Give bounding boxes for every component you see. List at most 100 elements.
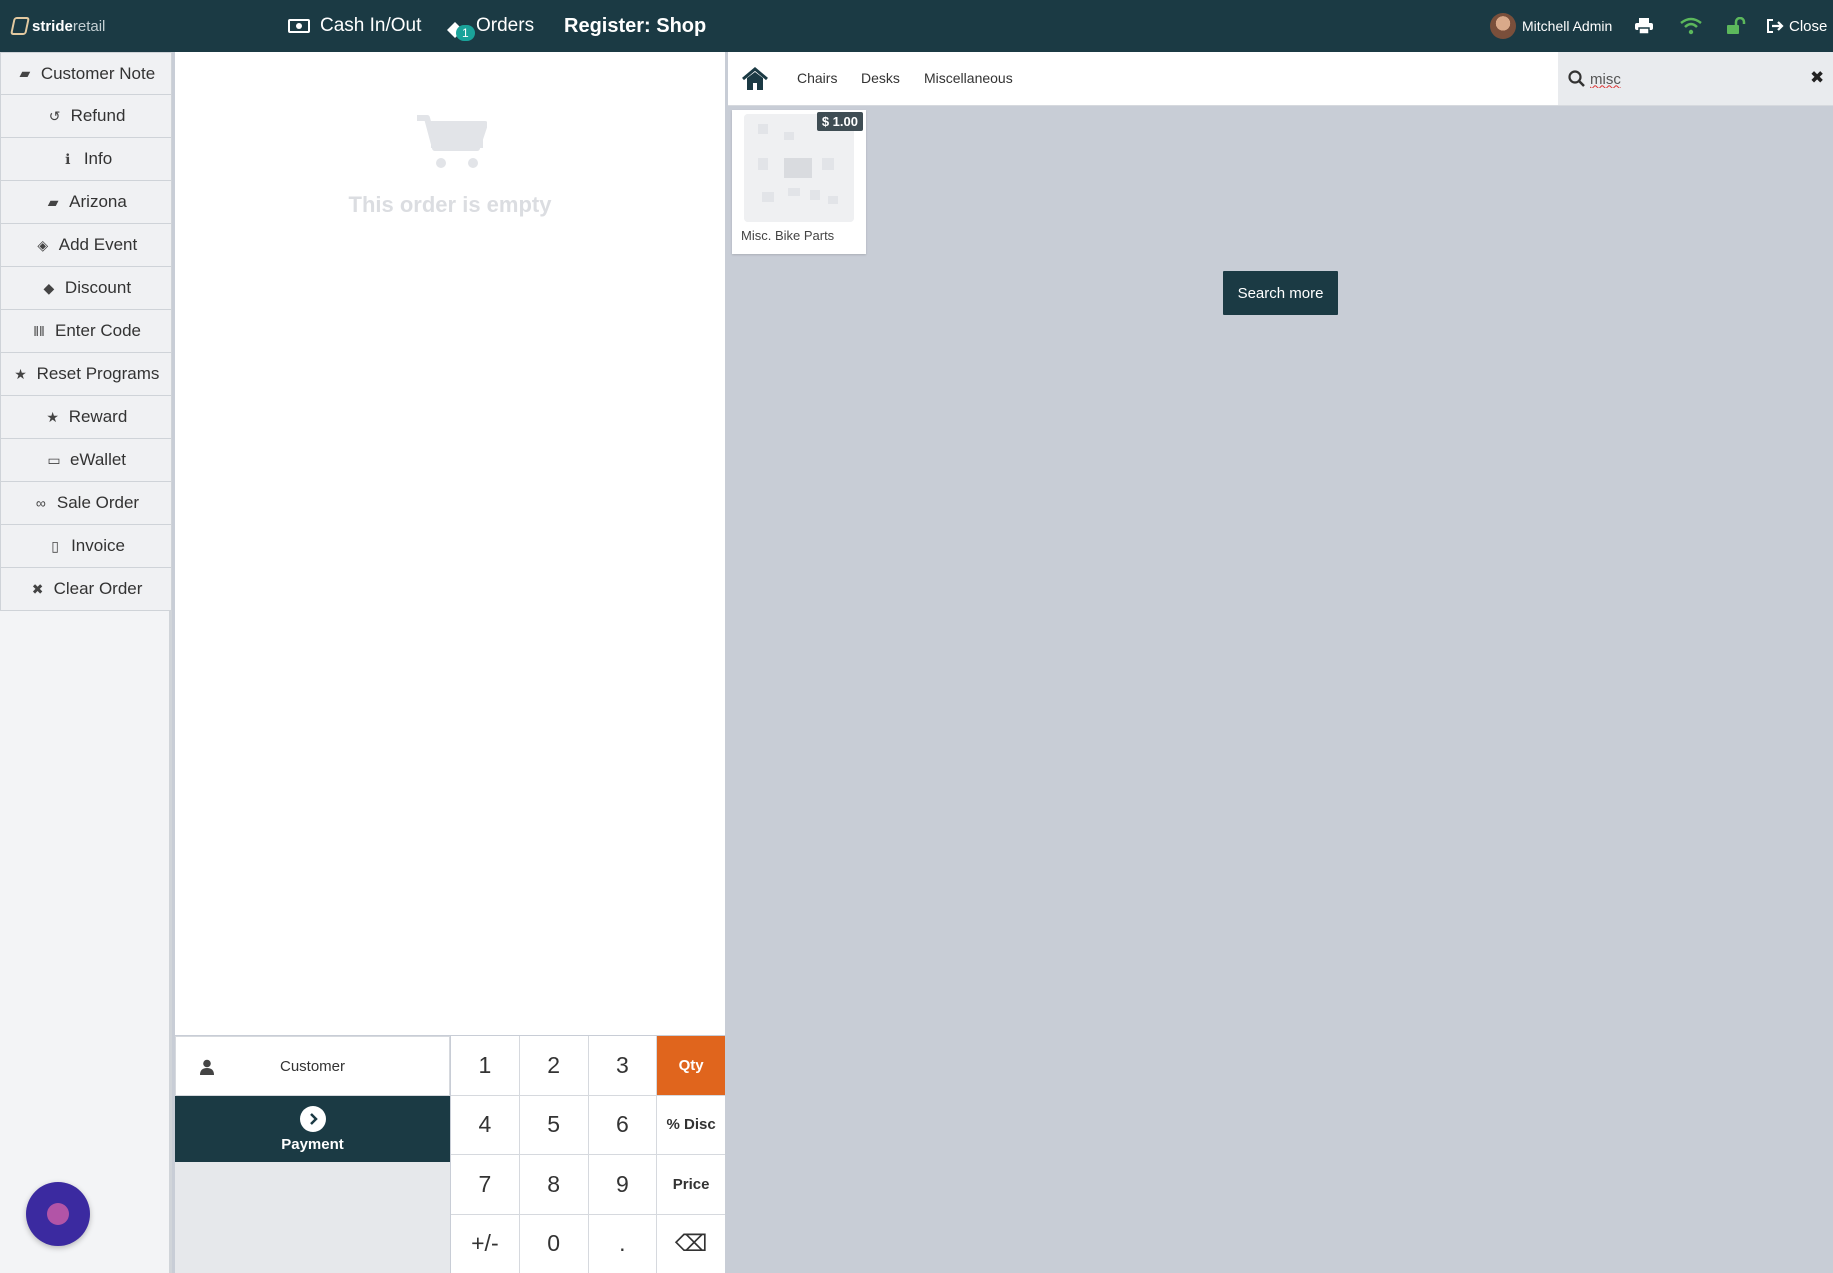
- category-desks[interactable]: Desks: [861, 70, 900, 86]
- control-button-invoice[interactable]: ▯ Invoice: [0, 525, 172, 568]
- control-buttons-panel: ▰ Customer Note ↺ Refund ℹ Info ▰ Arizona ◈ Add E…: [0, 52, 172, 1273]
- numpad-key-9[interactable]: 9: [588, 1155, 657, 1214]
- money-icon: [288, 19, 310, 33]
- info-icon: ℹ: [65, 150, 71, 167]
- customer-button[interactable]: Customer: [175, 1036, 450, 1096]
- category-bar: Chairs Desks Miscellaneous: [728, 52, 1558, 106]
- control-button-enter-code[interactable]: ‖‖ Enter Code: [0, 310, 172, 353]
- product-card[interactable]: $ 1.00 Misc. Bike Parts: [732, 110, 866, 254]
- product-search: ✖: [1558, 52, 1833, 106]
- user-icon: [200, 1059, 214, 1075]
- numpad-mode-discount[interactable]: % Disc: [657, 1095, 725, 1154]
- close-label: Close: [1789, 17, 1828, 35]
- orders-button[interactable]: 1 Orders: [444, 0, 534, 52]
- home-icon[interactable]: [742, 67, 768, 91]
- control-button-label: Arizona: [69, 192, 127, 211]
- chevron-right-icon: [299, 1105, 326, 1132]
- control-button-label: Info: [83, 149, 113, 168]
- numpad-mode-qty[interactable]: Qty: [657, 1036, 725, 1095]
- sign-out-icon: [1767, 19, 1784, 33]
- chat-bubble-icon: [47, 1203, 69, 1225]
- control-button-label: Invoice: [71, 536, 125, 555]
- payment-button-label: Payment: [281, 1135, 344, 1153]
- payment-button[interactable]: Payment: [175, 1096, 450, 1162]
- control-button-label: Clear Order: [53, 579, 143, 598]
- control-button-label: Discount: [64, 278, 132, 297]
- numpad-key-7[interactable]: 7: [451, 1155, 519, 1214]
- ticket-icon: ◈: [37, 236, 49, 253]
- link-icon: ∞: [35, 495, 46, 511]
- cash-in-out-button[interactable]: Cash In/Out: [288, 0, 421, 52]
- category-chairs[interactable]: Chairs: [797, 70, 837, 86]
- order-container: This order is empty: [175, 52, 725, 1035]
- user-name: Mitchell Admin: [1522, 18, 1613, 34]
- numpad-key-8[interactable]: 8: [519, 1155, 588, 1214]
- numpad-key-0[interactable]: 0: [519, 1214, 588, 1273]
- numpad-key-decimal[interactable]: .: [588, 1214, 657, 1273]
- control-button-label: eWallet: [69, 450, 127, 469]
- numpad-key-plus-minus[interactable]: +/-: [451, 1214, 519, 1273]
- orders-label: Orders: [476, 15, 535, 36]
- numpad-key-5[interactable]: 5: [519, 1095, 588, 1154]
- control-button-ewallet[interactable]: ▭ eWallet: [0, 439, 172, 482]
- numpad-key-3[interactable]: 3: [588, 1036, 657, 1095]
- avatar: [1490, 13, 1516, 39]
- product-price-tag: $ 1.00: [816, 112, 863, 131]
- numpad: 1 2 3 Qty 4 5 6% Disc 7 8 9 Price +/- 0. ⌫: [451, 1036, 725, 1273]
- star-icon: ★: [46, 408, 59, 425]
- user-menu[interactable]: Mitchell Admin: [1490, 0, 1612, 52]
- control-button-label: Add Event: [58, 235, 138, 254]
- cash-in-out-label: Cash In/Out: [320, 15, 422, 36]
- printer-icon[interactable]: [1634, 0, 1654, 52]
- note-icon: ▰: [19, 65, 31, 81]
- numpad-key-4[interactable]: 4: [451, 1095, 519, 1154]
- numpad-backspace-icon[interactable]: ⌫: [657, 1214, 725, 1273]
- shopping-cart-icon: [417, 115, 487, 168]
- numpad-key-6[interactable]: 6: [588, 1095, 657, 1154]
- unlock-icon[interactable]: [1726, 0, 1746, 52]
- file-pdf-icon: ▯: [51, 537, 59, 554]
- register-title: Register: Shop: [564, 14, 707, 37]
- numpad-key-1[interactable]: 1: [451, 1036, 519, 1095]
- credit-card-icon: ▭: [47, 451, 61, 468]
- chat-widget-button[interactable]: [26, 1182, 90, 1246]
- control-button-info[interactable]: ℹ Info: [0, 138, 172, 181]
- search-icon: [1568, 70, 1585, 87]
- brand-name-light: retail: [72, 17, 106, 35]
- numpad-key-2[interactable]: 2: [519, 1036, 588, 1095]
- ticket-icon: 1: [444, 15, 475, 41]
- empty-order-message: This order is empty: [348, 192, 552, 217]
- product-name: Misc. Bike Parts: [741, 228, 835, 243]
- control-button-arizona[interactable]: ▰ Arizona: [0, 181, 172, 224]
- control-button-clear-order[interactable]: ✖ Clear Order: [0, 568, 172, 611]
- control-button-add-event[interactable]: ◈ Add Event: [0, 224, 172, 267]
- control-button-reset-programs[interactable]: ★ Reset Programs: [0, 353, 172, 396]
- control-button-label: Reward: [68, 407, 128, 426]
- close-button[interactable]: Close: [1766, 0, 1827, 52]
- control-button-label: Customer Note: [40, 63, 156, 83]
- control-button-label: Refund: [70, 106, 126, 125]
- category-miscellaneous[interactable]: Miscellaneous: [924, 70, 1013, 86]
- star-icon: ★: [14, 365, 27, 382]
- control-button-label: Enter Code: [55, 321, 141, 340]
- control-button-customer-note[interactable]: ▰ Customer Note: [0, 52, 172, 95]
- action-pad-fill: [175, 1162, 450, 1273]
- search-input[interactable]: [1590, 66, 1790, 92]
- undo-icon: ↺: [48, 107, 61, 124]
- customer-button-label: Customer: [279, 1057, 346, 1075]
- brand-logo-icon: [10, 17, 30, 35]
- numpad-mode-price[interactable]: Price: [657, 1155, 725, 1214]
- control-button-discount[interactable]: ◆ Discount: [0, 267, 172, 310]
- barcode-icon: ‖‖: [33, 323, 45, 339]
- search-more-button[interactable]: Search more: [1223, 271, 1338, 315]
- tag-icon: ◆: [43, 279, 55, 296]
- top-navbar: strideretail Cash In/Out 1 Orders Regist…: [0, 0, 1833, 52]
- orders-count-badge: 1: [456, 25, 475, 41]
- brand-logo: strideretail: [10, 0, 106, 52]
- clear-search-icon[interactable]: ✖: [1810, 68, 1824, 88]
- control-button-refund[interactable]: ↺ Refund: [0, 95, 172, 138]
- wifi-icon[interactable]: [1680, 0, 1702, 52]
- control-button-sale-order[interactable]: ∞ Sale Order: [0, 482, 172, 525]
- brand-name-bold: stride: [32, 17, 73, 35]
- control-button-reward[interactable]: ★ Reward: [0, 396, 172, 439]
